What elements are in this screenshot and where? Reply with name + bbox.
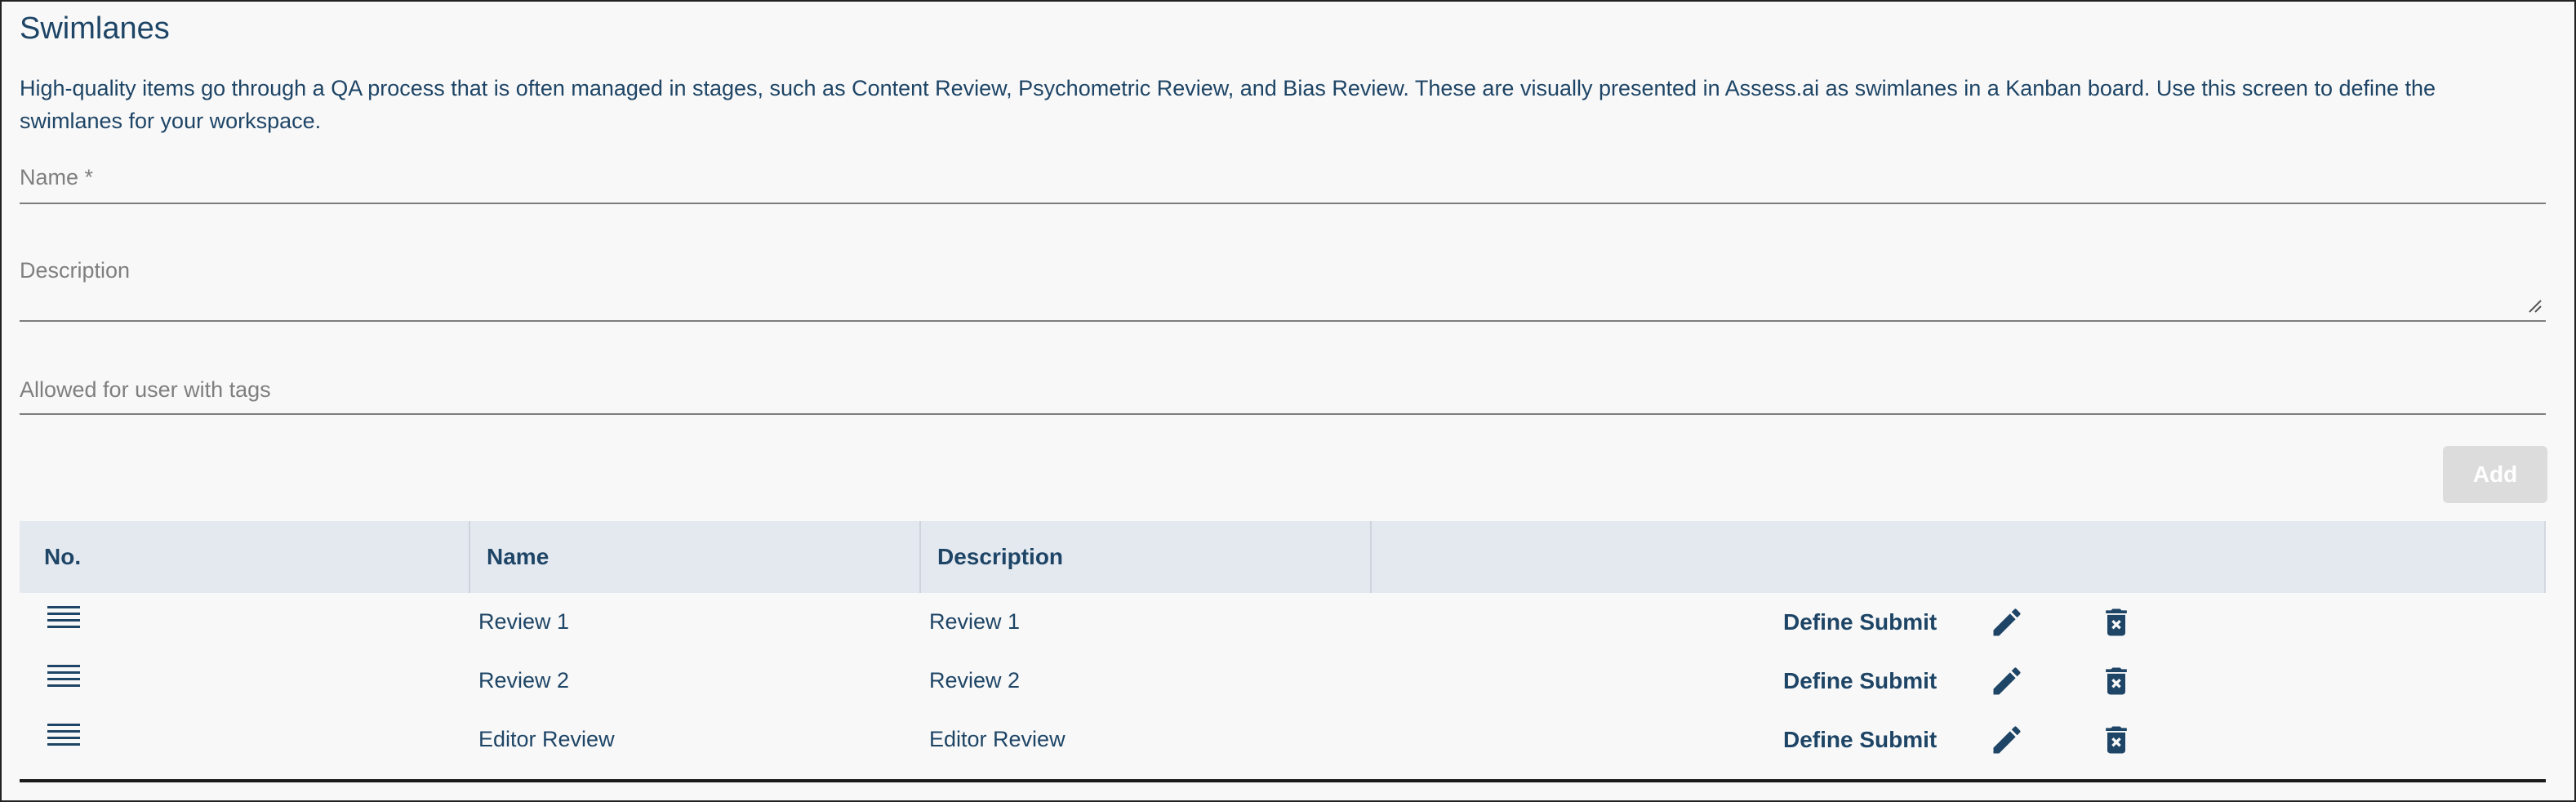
add-button[interactable]: Add [2443, 446, 2547, 503]
table-row: Editor Review Editor Review Define Submi… [20, 711, 2546, 769]
name-field[interactable]: Name * [20, 165, 2546, 204]
pencil-icon[interactable] [1989, 604, 2025, 640]
drag-handle-icon[interactable] [47, 604, 80, 629]
define-submit-button[interactable]: Define Submit [1783, 609, 1937, 635]
row-name: Review 2 [478, 668, 570, 693]
table-header: No. Name Description [20, 521, 2546, 593]
description-field-label: Description [20, 258, 131, 283]
trash-icon[interactable] [2098, 722, 2134, 758]
swimlanes-table: No. Name Description Review 1 Review 1 D… [20, 521, 2546, 769]
row-name: Editor Review [478, 727, 615, 751]
drag-handle-icon[interactable] [47, 663, 80, 688]
row-name: Review 1 [478, 609, 570, 634]
trash-icon[interactable] [2098, 663, 2134, 699]
define-submit-button[interactable]: Define Submit [1783, 668, 1937, 694]
description-field[interactable]: Description [20, 258, 2546, 322]
tags-field[interactable]: Allowed for user with tags [20, 377, 2546, 415]
table-row: Review 2 Review 2 Define Submit [20, 652, 2546, 711]
column-header-no: No. [20, 521, 470, 593]
trash-icon[interactable] [2098, 604, 2134, 640]
swimlanes-panel: Swimlanes High-quality items go through … [0, 0, 2576, 802]
name-field-label: Name * [20, 165, 94, 189]
row-description: Review 2 [929, 668, 1021, 693]
page-title: Swimlanes [20, 11, 170, 46]
pencil-icon[interactable] [1989, 722, 2025, 758]
intro-text: High-quality items go through a QA proce… [20, 76, 2436, 133]
row-description: Editor Review [929, 727, 1066, 751]
table-row: Review 1 Review 1 Define Submit [20, 593, 2546, 652]
table-bottom-border [20, 779, 2546, 782]
drag-handle-icon[interactable] [47, 722, 80, 746]
pencil-icon[interactable] [1989, 663, 2025, 699]
column-header-actions [1372, 521, 2544, 593]
resize-handle-icon[interactable] [2526, 297, 2543, 314]
column-header-name: Name [470, 521, 921, 593]
define-submit-button[interactable]: Define Submit [1783, 727, 1937, 753]
tags-field-label: Allowed for user with tags [20, 377, 271, 402]
row-description: Review 1 [929, 609, 1021, 634]
column-header-description: Description [921, 521, 1372, 593]
